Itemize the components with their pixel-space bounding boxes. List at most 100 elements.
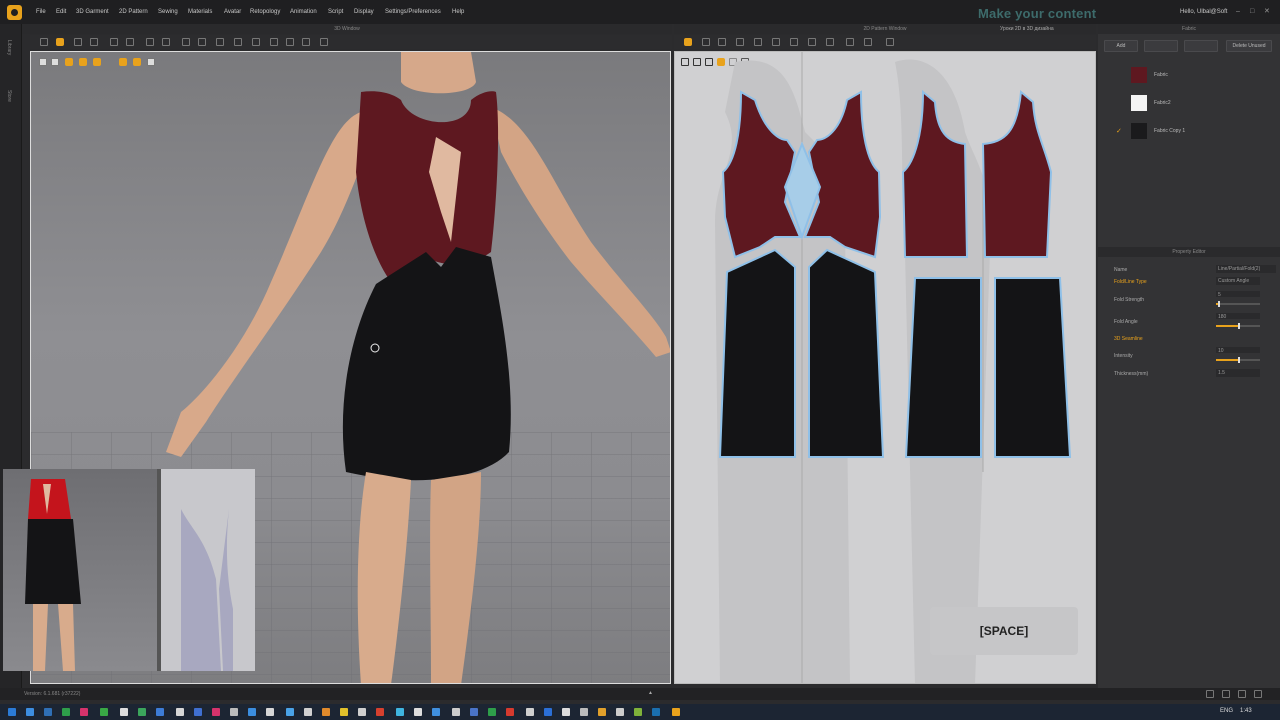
taskbar-app-2-icon[interactable]: [44, 708, 52, 716]
taskbar-app-11-icon[interactable]: [212, 708, 220, 716]
slider-knob[interactable]: [1238, 323, 1240, 329]
menu-file[interactable]: File: [36, 9, 46, 15]
slider-knob[interactable]: [1218, 301, 1220, 307]
2d-internal-line-icon[interactable]: [754, 38, 762, 46]
slider-knob[interactable]: [1238, 357, 1240, 363]
button-tool-icon[interactable]: [234, 38, 242, 46]
taskbar-app-24-icon[interactable]: [452, 708, 460, 716]
taskbar-clock[interactable]: 1:43: [1240, 708, 1252, 714]
rotate-tool-icon[interactable]: [90, 38, 98, 46]
prop-name-value[interactable]: Line/Partial/Fold(2): [1216, 265, 1276, 273]
taskbar-app-7-icon[interactable]: [138, 708, 146, 716]
taskbar-app-30-icon[interactable]: [562, 708, 570, 716]
menu-display[interactable]: Display: [354, 9, 374, 15]
menu-sewing[interactable]: Sewing: [158, 9, 178, 15]
taskbar-app-26-icon[interactable]: [488, 708, 496, 716]
measure-tool-icon[interactable]: [162, 38, 170, 46]
taskbar-app-19-icon[interactable]: [358, 708, 366, 716]
prop-intensity-value[interactable]: 10: [1216, 347, 1260, 354]
taskbar-app-25-icon[interactable]: [470, 708, 478, 716]
prop-fold-angle-value[interactable]: 180: [1216, 313, 1260, 320]
taskbar-app-17-icon[interactable]: [322, 708, 330, 716]
2d-select-icon[interactable]: [684, 38, 692, 46]
menu-settings[interactable]: Settings/Preferences: [385, 9, 441, 15]
taskbar-app-18-icon[interactable]: [340, 708, 348, 716]
taskbar-app-1-icon[interactable]: [26, 708, 34, 716]
menu-edit[interactable]: Edit: [56, 9, 66, 15]
layout-icon-3[interactable]: [1238, 690, 1246, 698]
close-icon[interactable]: ✕: [1264, 8, 1272, 16]
taskbar-app-8-icon[interactable]: [156, 708, 164, 716]
transform-tool-icon[interactable]: [74, 38, 82, 46]
taskbar-app-32-icon[interactable]: [598, 708, 606, 716]
prop-intensity-slider[interactable]: [1216, 357, 1260, 363]
fabric-row-1[interactable]: Fabric: [1098, 62, 1280, 88]
menu-help[interactable]: Help: [452, 9, 464, 15]
layout-icon-1[interactable]: [1206, 690, 1214, 698]
taskbar-app-29-icon[interactable]: [544, 708, 552, 716]
copy-fabric-button[interactable]: [1144, 40, 1178, 52]
fabric-row-2[interactable]: Fabric2: [1098, 90, 1280, 116]
layout-icon-4[interactable]: [1254, 690, 1262, 698]
2d-edit-point-icon[interactable]: [702, 38, 710, 46]
fabric-row-3[interactable]: ✓ Fabric Copy 1: [1098, 118, 1280, 144]
taskbar-app-10-icon[interactable]: [194, 708, 202, 716]
taskbar-app-20-icon[interactable]: [376, 708, 384, 716]
taskbar-app-12-icon[interactable]: [230, 708, 238, 716]
collapse-icon[interactable]: ▲: [648, 690, 653, 696]
menu-retopology[interactable]: Retopology: [250, 9, 280, 15]
select-tool-icon[interactable]: [40, 38, 48, 46]
prop-fold-angle-slider[interactable]: [1216, 323, 1260, 329]
2d-pleat-icon[interactable]: [826, 38, 834, 46]
menu-animation[interactable]: Animation: [290, 9, 317, 15]
layout-icon-2[interactable]: [1222, 690, 1230, 698]
annotation-tool-icon[interactable]: [302, 38, 310, 46]
taskbar-app-35-icon[interactable]: [652, 708, 660, 716]
taskbar-app-28-icon[interactable]: [526, 708, 534, 716]
2d-texture-icon[interactable]: [846, 38, 854, 46]
line-tool-icon[interactable]: [182, 38, 190, 46]
camera-tool-icon[interactable]: [320, 38, 328, 46]
prop-thickness-value[interactable]: 1.5: [1216, 369, 1260, 377]
taskbar-app-33-icon[interactable]: [616, 708, 624, 716]
menu-3d-garment[interactable]: 3D Garment: [76, 9, 109, 15]
taskbar-app-27-icon[interactable]: [506, 708, 514, 716]
taskbar-app-13-icon[interactable]: [248, 708, 256, 716]
2d-shirt-icon[interactable]: [886, 38, 894, 46]
2d-grading-icon[interactable]: [864, 38, 872, 46]
taskbar-app-23-icon[interactable]: [432, 708, 440, 716]
tack-tool-icon[interactable]: [146, 38, 154, 46]
start-icon[interactable]: [8, 708, 16, 716]
puckering-tool-icon[interactable]: [286, 38, 294, 46]
taskbar-app-9-icon[interactable]: [176, 708, 184, 716]
taskbar-app-34-icon[interactable]: [634, 708, 642, 716]
maximize-icon[interactable]: □: [1250, 8, 1258, 16]
menu-avatar[interactable]: Avatar: [224, 9, 241, 15]
prop-fold-strength-slider[interactable]: [1216, 301, 1260, 307]
taskbar-app-16-icon[interactable]: [304, 708, 312, 716]
viewport-2d[interactable]: [674, 51, 1096, 684]
menu-script[interactable]: Script: [328, 9, 343, 15]
taskbar-app-31-icon[interactable]: [580, 708, 588, 716]
pin-tool-icon[interactable]: [126, 38, 134, 46]
2d-polygon-icon[interactable]: [718, 38, 726, 46]
2d-rectangle-icon[interactable]: [736, 38, 744, 46]
menu-2d-pattern[interactable]: 2D Pattern: [119, 9, 148, 15]
taskbar-app-6-icon[interactable]: [120, 708, 128, 716]
prop-fold-type-select[interactable]: Custom Angle: [1216, 277, 1260, 285]
taskbar-app-5-icon[interactable]: [100, 708, 108, 716]
move-tool-icon[interactable]: [56, 38, 64, 46]
taskbar-app-21-icon[interactable]: [396, 708, 404, 716]
graphic-tool-icon[interactable]: [216, 38, 224, 46]
2d-dart-icon[interactable]: [772, 38, 780, 46]
menu-materials[interactable]: Materials: [188, 9, 212, 15]
delete-fabric-button[interactable]: [1184, 40, 1218, 52]
add-fabric-button[interactable]: Add: [1104, 40, 1138, 52]
delete-unused-button[interactable]: Delete Unused: [1226, 40, 1272, 52]
tab-library[interactable]: Library: [6, 40, 12, 55]
texture-tool-icon[interactable]: [198, 38, 206, 46]
zipper-tool-icon[interactable]: [252, 38, 260, 46]
minimize-icon[interactable]: –: [1236, 8, 1244, 16]
fold-tool-icon[interactable]: [110, 38, 118, 46]
taskbar-app-3-icon[interactable]: [62, 708, 70, 716]
